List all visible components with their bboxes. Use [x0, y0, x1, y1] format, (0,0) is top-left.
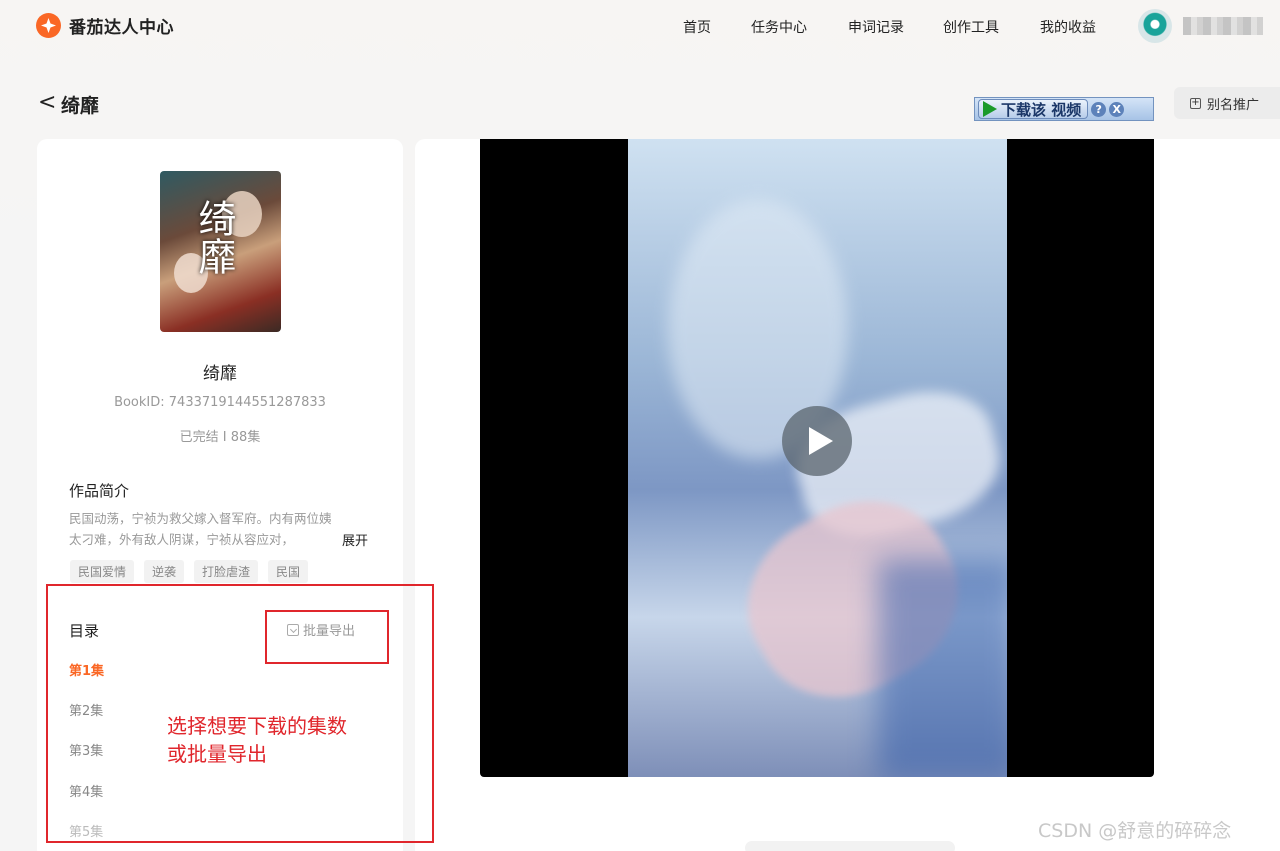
add-icon: + — [1190, 96, 1201, 109]
play-button-icon[interactable] — [782, 406, 852, 476]
episode-item-5[interactable]: 第5集 — [69, 821, 103, 840]
nav-task-center[interactable]: 任务中心 — [751, 17, 807, 37]
intro-heading: 作品简介 — [69, 482, 130, 500]
top-navigation-bar: 番茄达人中心 首页 任务中心 申词记录 创作工具 我的收益 — [0, 0, 1280, 54]
toc-heading: 目录 — [69, 622, 100, 640]
expand-intro-link[interactable]: 展开 — [342, 530, 368, 549]
genre-tag: 民国爱情 — [70, 560, 135, 583]
download-video-button[interactable]: 下载该 视频 — [978, 99, 1089, 119]
close-icon[interactable]: X — [1109, 101, 1125, 117]
episode-item-3[interactable]: 第3集 — [69, 740, 103, 759]
export-icon — [287, 623, 299, 636]
nav-home[interactable]: 首页 — [683, 17, 711, 37]
episode-item-2[interactable]: 第2集 — [69, 700, 103, 719]
download-video-toolbar: 下载该 视频 ? X — [974, 97, 1154, 121]
genre-tag: 民国 — [268, 560, 309, 583]
back-arrow-icon[interactable]: < — [38, 92, 56, 114]
download-video-label: 下载该 视频 — [1001, 100, 1082, 119]
video-blur-shape — [878, 559, 1007, 777]
book-cover: 绮靡 — [160, 171, 281, 332]
episode-item-4[interactable]: 第4集 — [69, 781, 103, 800]
tag-list: 民国爱情 逆袭 打脸虐渣 民国 — [70, 560, 309, 583]
genre-tag: 逆袭 — [144, 560, 185, 583]
episode-item-1[interactable]: 第1集 — [69, 660, 104, 679]
batch-export-button[interactable]: 批量导出 — [287, 620, 355, 639]
play-triangle-icon — [983, 101, 997, 117]
alias-promotion-label: 别名推广 — [1207, 97, 1260, 113]
annotation-line-2: 或批量导出 — [167, 742, 267, 766]
avatar[interactable] — [1138, 9, 1172, 43]
annotation-note: 选择想要下载的集数 或批量导出 — [167, 712, 347, 768]
logo-icon — [36, 13, 61, 38]
book-status: 已完结 I 88集 — [179, 430, 261, 445]
username-blurred[interactable] — [1183, 17, 1263, 35]
logo[interactable]: 番茄达人中心 — [36, 13, 174, 38]
nav-earnings[interactable]: 我的收益 — [1040, 17, 1096, 37]
book-name: 绮靡 — [203, 364, 237, 384]
watermark: CSDN @舒意的碎碎念 — [1038, 820, 1232, 842]
annotation-line-1: 选择想要下载的集数 — [167, 714, 347, 738]
nav-creation-tools[interactable]: 创作工具 — [943, 17, 999, 37]
book-id: BookID: 7433719144551287833 — [114, 395, 326, 410]
help-icon[interactable]: ? — [1091, 101, 1107, 117]
genre-tag: 打脸虐渣 — [194, 560, 259, 583]
intro-text: 民国动荡，宁祯为救父嫁入督军府。内有两位姨太刁难，外有敌人阴谋，宁祯从容应对， — [69, 511, 332, 547]
alias-promotion-button[interactable]: + 别名推广 — [1174, 87, 1280, 119]
cover-title-art: 绮靡 — [192, 199, 236, 275]
bottom-bar — [745, 841, 955, 851]
nav-records[interactable]: 申词记录 — [848, 17, 904, 37]
app-name: 番茄达人中心 — [69, 18, 174, 38]
batch-export-label: 批量导出 — [303, 624, 356, 639]
page-title: 绮靡 — [61, 95, 100, 117]
